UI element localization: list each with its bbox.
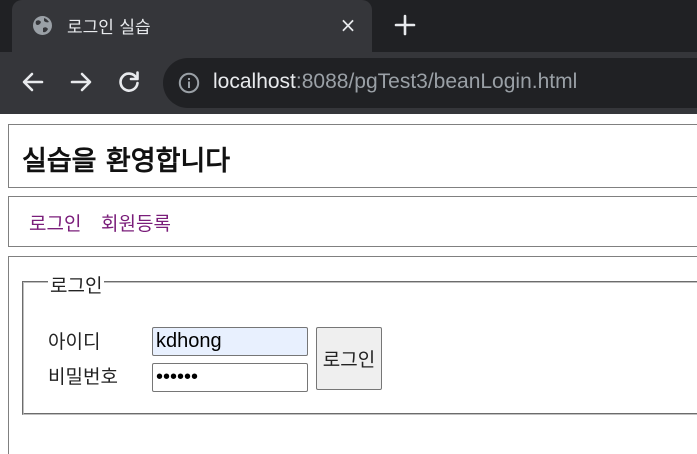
- id-input[interactable]: kdhong: [152, 327, 308, 356]
- url-path: :8088/pgTest3/beanLogin.html: [295, 70, 578, 93]
- id-label: 아이디: [48, 331, 101, 353]
- globe-icon: [32, 15, 53, 36]
- forward-arrow-icon[interactable]: [66, 67, 96, 97]
- close-icon[interactable]: ×: [338, 14, 358, 36]
- page-viewport: 실습을 환영합니다 로그인 회원등록 로그인 아이디 kdhong 비밀번호 •…: [0, 114, 697, 454]
- password-input[interactable]: ••••••: [152, 363, 308, 392]
- menu-link-login[interactable]: 로그인: [29, 209, 81, 236]
- login-legend: 로그인: [48, 271, 105, 298]
- back-arrow-icon[interactable]: [18, 67, 48, 97]
- password-label: 비밀번호: [48, 366, 118, 388]
- page-title: 실습을 환영합니다: [22, 146, 231, 177]
- browser-toolbar: localhost:8088/pgTest3/beanLogin.html: [0, 52, 697, 114]
- url-text: localhost:8088/pgTest3/beanLogin.html: [213, 70, 577, 94]
- browser-tab[interactable]: 로그인 실습 ×: [12, 0, 372, 52]
- tab-strip: 로그인 실습 ×: [0, 0, 697, 52]
- reload-icon[interactable]: [114, 67, 144, 97]
- address-bar[interactable]: localhost:8088/pgTest3/beanLogin.html: [163, 58, 697, 108]
- login-fieldset: 로그인 아이디 kdhong 비밀번호 •••••• 로그인: [22, 271, 697, 415]
- menu-link-register[interactable]: 회원등록: [101, 209, 171, 236]
- header-frame: 실습을 환영합니다: [8, 124, 697, 188]
- info-icon[interactable]: [178, 72, 200, 94]
- content-frame: 로그인 아이디 kdhong 비밀번호 •••••• 로그인: [8, 256, 697, 454]
- menu-frame: 로그인 회원등록: [8, 196, 697, 247]
- login-button[interactable]: 로그인: [316, 327, 382, 390]
- plus-icon[interactable]: [392, 12, 418, 38]
- url-host: localhost: [213, 70, 296, 93]
- tab-title: 로그인 실습: [67, 18, 151, 38]
